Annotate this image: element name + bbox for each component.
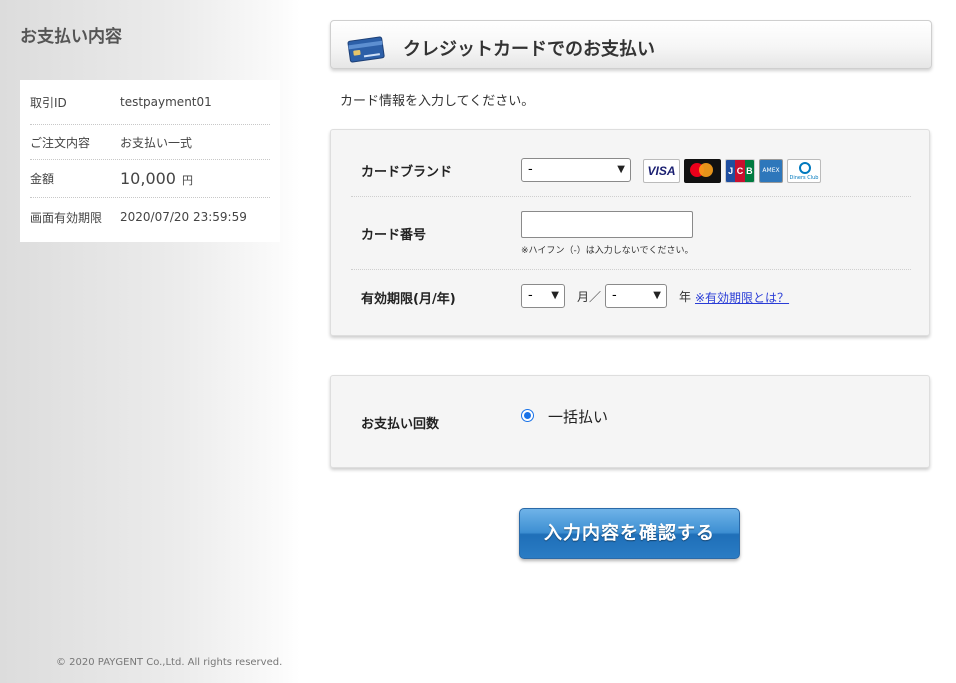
amex-logo: AMEX xyxy=(759,159,783,183)
credit-card-icon xyxy=(347,34,385,68)
amount-unit: 円 xyxy=(181,174,193,187)
payment-count-label: お支払い回数 xyxy=(361,417,440,432)
summary-value: 10,000 円 xyxy=(120,169,270,188)
year-separator: 年 xyxy=(679,290,692,304)
lump-sum-radio[interactable] xyxy=(521,409,534,422)
card-brand-value: - xyxy=(528,162,533,177)
expiry-year-value: - xyxy=(612,288,617,303)
expiry-row: 有効期限(月/年) - ▼ 月／ - ▼ 年 ※有効期限とは？ xyxy=(351,270,911,336)
card-brand-select[interactable]: - ▼ xyxy=(521,158,631,182)
summary-value: お支払い一式 xyxy=(120,135,193,150)
confirm-button[interactable]: 入力内容を確認する xyxy=(519,508,740,559)
summary-row-amount: 金額 10,000 円 xyxy=(30,160,270,198)
summary-label: 取引ID xyxy=(30,95,67,110)
summary-row-order: ご注文内容 お支払い一式 xyxy=(30,125,270,160)
page-title: クレジットカードでのお支払い xyxy=(403,39,655,60)
card-info-form: カードブランド - ▼ VISA JCB AMEX Diners Club カー… xyxy=(330,129,930,336)
copyright: © 2020 PAYGENT Co.,Ltd. All rights reser… xyxy=(56,657,283,668)
chevron-down-icon: ▼ xyxy=(653,290,661,301)
jcb-logo: JCB xyxy=(725,159,755,183)
lump-sum-label[interactable]: 一括払い xyxy=(548,406,608,427)
card-number-label: カード番号 xyxy=(361,228,427,243)
card-brand-label: カードブランド xyxy=(361,165,453,180)
summary-label: 金額 xyxy=(30,172,55,186)
payment-count-form: お支払い回数 一括払い xyxy=(330,375,930,468)
payment-summary: 取引ID testpayment01 ご注文内容 お支払い一式 金額 10,00… xyxy=(20,80,280,242)
visa-logo: VISA xyxy=(643,159,680,183)
sidebar-title: お支払い内容 xyxy=(20,27,122,47)
card-number-input[interactable] xyxy=(521,211,693,238)
expiry-help-link[interactable]: ※有効期限とは？ xyxy=(695,289,789,306)
expiry-month-select[interactable]: - ▼ xyxy=(521,284,565,308)
mastercard-logo xyxy=(684,159,721,183)
expiry-label: 有効期限(月/年) xyxy=(361,292,456,307)
page-header: クレジットカードでのお支払い xyxy=(330,20,932,69)
card-brand-row: カードブランド - ▼ VISA JCB AMEX Diners Club xyxy=(351,130,911,197)
card-number-hint: ※ハイフン（-）は入力しないでください。 xyxy=(521,246,694,256)
diners-logo: Diners Club xyxy=(787,159,821,183)
amount-value: 10,000 xyxy=(120,169,176,188)
sidebar: お支払い内容 取引ID testpayment01 ご注文内容 お支払い一式 金… xyxy=(0,0,300,683)
card-brand-logos: VISA JCB AMEX Diners Club xyxy=(643,159,821,183)
expiry-year-select[interactable]: - ▼ xyxy=(605,284,667,308)
summary-value: testpayment01 xyxy=(120,95,212,109)
summary-row-expiry: 画面有効期限 2020/07/20 23:59:59 xyxy=(30,198,270,236)
summary-row-transaction-id: 取引ID testpayment01 xyxy=(30,80,270,125)
summary-label: ご注文内容 xyxy=(30,135,91,150)
chevron-down-icon: ▼ xyxy=(551,290,559,301)
summary-value: 2020/07/20 23:59:59 xyxy=(120,210,247,224)
chevron-down-icon: ▼ xyxy=(617,164,625,175)
card-number-row: カード番号 ※ハイフン（-）は入力しないでください。 xyxy=(351,197,911,270)
month-separator: 月／ xyxy=(577,290,602,304)
intro-text: カード情報を入力してください。 xyxy=(340,94,535,109)
summary-label: 画面有効期限 xyxy=(30,210,103,225)
expiry-month-value: - xyxy=(528,288,533,303)
